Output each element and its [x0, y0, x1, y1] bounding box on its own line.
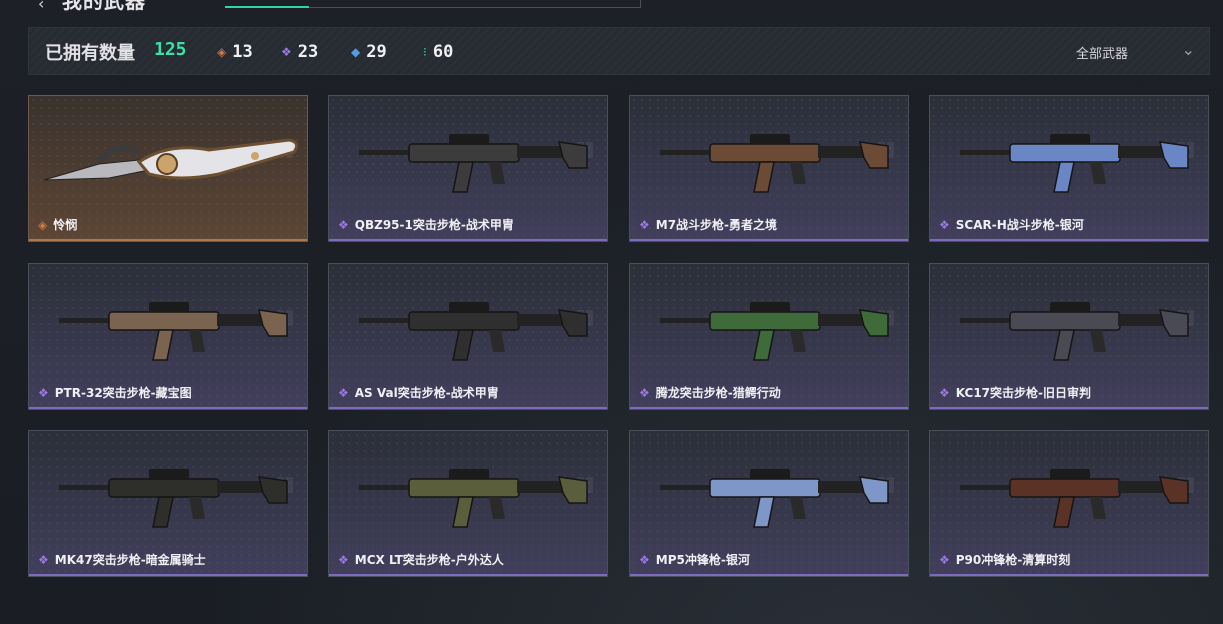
weapon-name: PTR-32突击步枪-藏宝图 [54, 386, 192, 400]
weapon-card[interactable]: ❖ MCX LT突击步枪-户外达人 [328, 430, 608, 577]
weapon-name: 怜悯 [53, 218, 78, 232]
weapon-name: 腾龙突击步枪-猎鳄行动 [655, 386, 781, 400]
rarity-underline [329, 407, 607, 409]
epic-gem-icon: ❖ [338, 552, 349, 567]
weapon-name-row: ❖ 腾龙突击步枪-猎鳄行动 [639, 384, 781, 401]
weapon-name-row: ❖ P90冲锋枪-清算时刻 [939, 551, 1070, 568]
weapon-card[interactable]: ❖ MK47突击步枪-暗金属骑士 [28, 430, 308, 577]
weapon-card[interactable]: ❖ P90冲锋枪-清算时刻 [929, 430, 1209, 577]
weapon-card[interactable]: ❖ 腾龙突击步枪-猎鳄行动 [629, 263, 909, 410]
weapon-card[interactable]: ❖ AS Val突击步枪-战术甲胄 [328, 263, 608, 410]
chevron-down-icon: ⌄ [1181, 40, 1195, 59]
weapon-card[interactable]: ❖ PTR-32突击步枪-藏宝图 [28, 263, 308, 410]
epic-gem-icon: ❖ [338, 385, 349, 400]
weapon-image [660, 469, 889, 528]
weapon-name: SCAR-H战斗步枪-银河 [955, 218, 1084, 232]
rarity-underline [630, 407, 908, 409]
weapon-image [660, 134, 889, 193]
weapon-name: M7战斗步枪-勇者之境 [655, 218, 778, 232]
rare-count-stat: ◆ 29 [351, 40, 387, 64]
weapon-image [960, 302, 1189, 361]
knife-image [43, 138, 299, 181]
rarity-underline [630, 574, 908, 576]
rarity-underline [329, 574, 607, 576]
weapon-name: P90冲锋枪-清算时刻 [955, 553, 1071, 567]
rarity-underline [630, 239, 908, 241]
back-arrow-icon[interactable]: ‹ [38, 0, 44, 13]
weapon-name-row: ❖ MCX LT突击步枪-户外达人 [338, 551, 504, 568]
legendary-gem-icon: ◈ [217, 45, 227, 59]
weapon-filter-dropdown[interactable]: 全部武器 ⌄ [1061, 38, 1211, 66]
owned-summary-bar: 已拥有数量 125 ◈ 13 ❖ 23 ◆ 29 ⁝ 60 全部武器 ⌄ [28, 27, 1210, 75]
weapon-image [960, 134, 1189, 193]
common-count: 60 [432, 42, 454, 62]
weapon-card[interactable]: ❖ M7战斗步枪-勇者之境 [629, 95, 909, 242]
epic-gem-icon: ❖ [338, 217, 349, 232]
weapon-card[interactable]: ❖ KC17突击步枪-旧日审判 [929, 263, 1209, 410]
weapon-name-row: ❖ PTR-32突击步枪-藏宝图 [38, 384, 192, 401]
epic-gem-icon: ❖ [281, 45, 292, 59]
weapon-card[interactable]: ◈ 怜悯 [28, 95, 308, 242]
rarity-underline [29, 239, 307, 241]
weapon-image [359, 469, 588, 528]
weapon-image [359, 134, 588, 193]
weapon-name-row: ❖ QBZ95-1突击步枪-战术甲胄 [338, 216, 514, 233]
page-title: 我的武器 [62, 0, 146, 13]
epic-count-stat: ❖ 23 [281, 40, 318, 64]
weapon-name: QBZ95-1突击步枪-战术甲胄 [354, 218, 514, 232]
filter-label: 全部武器 [1076, 46, 1129, 62]
weapon-name-row: ❖ SCAR-H战斗步枪-银河 [939, 216, 1084, 233]
tab-divider [640, 0, 641, 8]
tab-active-indicator [225, 6, 309, 8]
weapon-name-row: ❖ AS Val突击步枪-战术甲胄 [338, 384, 499, 401]
owned-count: 125 [154, 39, 187, 60]
weapon-name: MP5冲锋枪-银河 [655, 553, 750, 567]
weapon-name-row: ◈ 怜悯 [38, 216, 77, 233]
epic-count: 23 [297, 42, 319, 62]
epic-gem-icon: ❖ [639, 217, 650, 232]
owned-label: 已拥有数量 [45, 43, 135, 64]
weapon-card[interactable]: ❖ QBZ95-1突击步枪-战术甲胄 [328, 95, 608, 242]
weapon-image [359, 302, 588, 361]
rare-gem-icon: ◆ [351, 45, 361, 59]
weapon-name-row: ❖ KC17突击步枪-旧日审判 [939, 384, 1091, 401]
weapon-image [960, 469, 1189, 528]
legendary-gem-icon: ◈ [38, 217, 48, 232]
epic-gem-icon: ❖ [939, 552, 950, 567]
weapon-card[interactable]: ❖ SCAR-H战斗步枪-银河 [929, 95, 1209, 242]
weapon-image [660, 302, 889, 361]
weapon-name: MK47突击步枪-暗金属骑士 [54, 553, 206, 567]
epic-gem-icon: ❖ [38, 552, 49, 567]
rarity-underline [930, 574, 1208, 576]
weapon-name-row: ❖ M7战斗步枪-勇者之境 [639, 216, 777, 233]
epic-gem-icon: ❖ [639, 385, 650, 400]
weapon-name: AS Val突击步枪-战术甲胄 [354, 386, 499, 400]
weapon-card[interactable]: ❖ MP5冲锋枪-银河 [629, 430, 909, 577]
legendary-count-stat: ◈ 13 [217, 40, 253, 64]
rarity-underline [930, 407, 1208, 409]
rarity-underline [329, 239, 607, 241]
epic-gem-icon: ❖ [639, 552, 650, 567]
epic-gem-icon: ❖ [38, 385, 49, 400]
legendary-count: 13 [232, 42, 253, 62]
weapon-name: MCX LT突击步枪-户外达人 [354, 553, 504, 567]
common-gem-icon: ⁝ [423, 45, 427, 59]
rarity-underline [29, 407, 307, 409]
epic-gem-icon: ❖ [939, 217, 950, 232]
weapon-image [59, 302, 288, 361]
weapon-name-row: ❖ MP5冲锋枪-银河 [639, 551, 750, 568]
rare-count: 29 [366, 42, 387, 62]
page-header: ‹ 我的武器 [0, 0, 1223, 20]
weapon-image [59, 469, 288, 528]
weapon-name: KC17突击步枪-旧日审判 [955, 386, 1092, 400]
rarity-underline [29, 574, 307, 576]
weapon-name-row: ❖ MK47突击步枪-暗金属骑士 [38, 551, 206, 568]
common-count-stat: ⁝ 60 [423, 40, 453, 64]
epic-gem-icon: ❖ [939, 385, 950, 400]
rarity-underline [930, 239, 1208, 241]
